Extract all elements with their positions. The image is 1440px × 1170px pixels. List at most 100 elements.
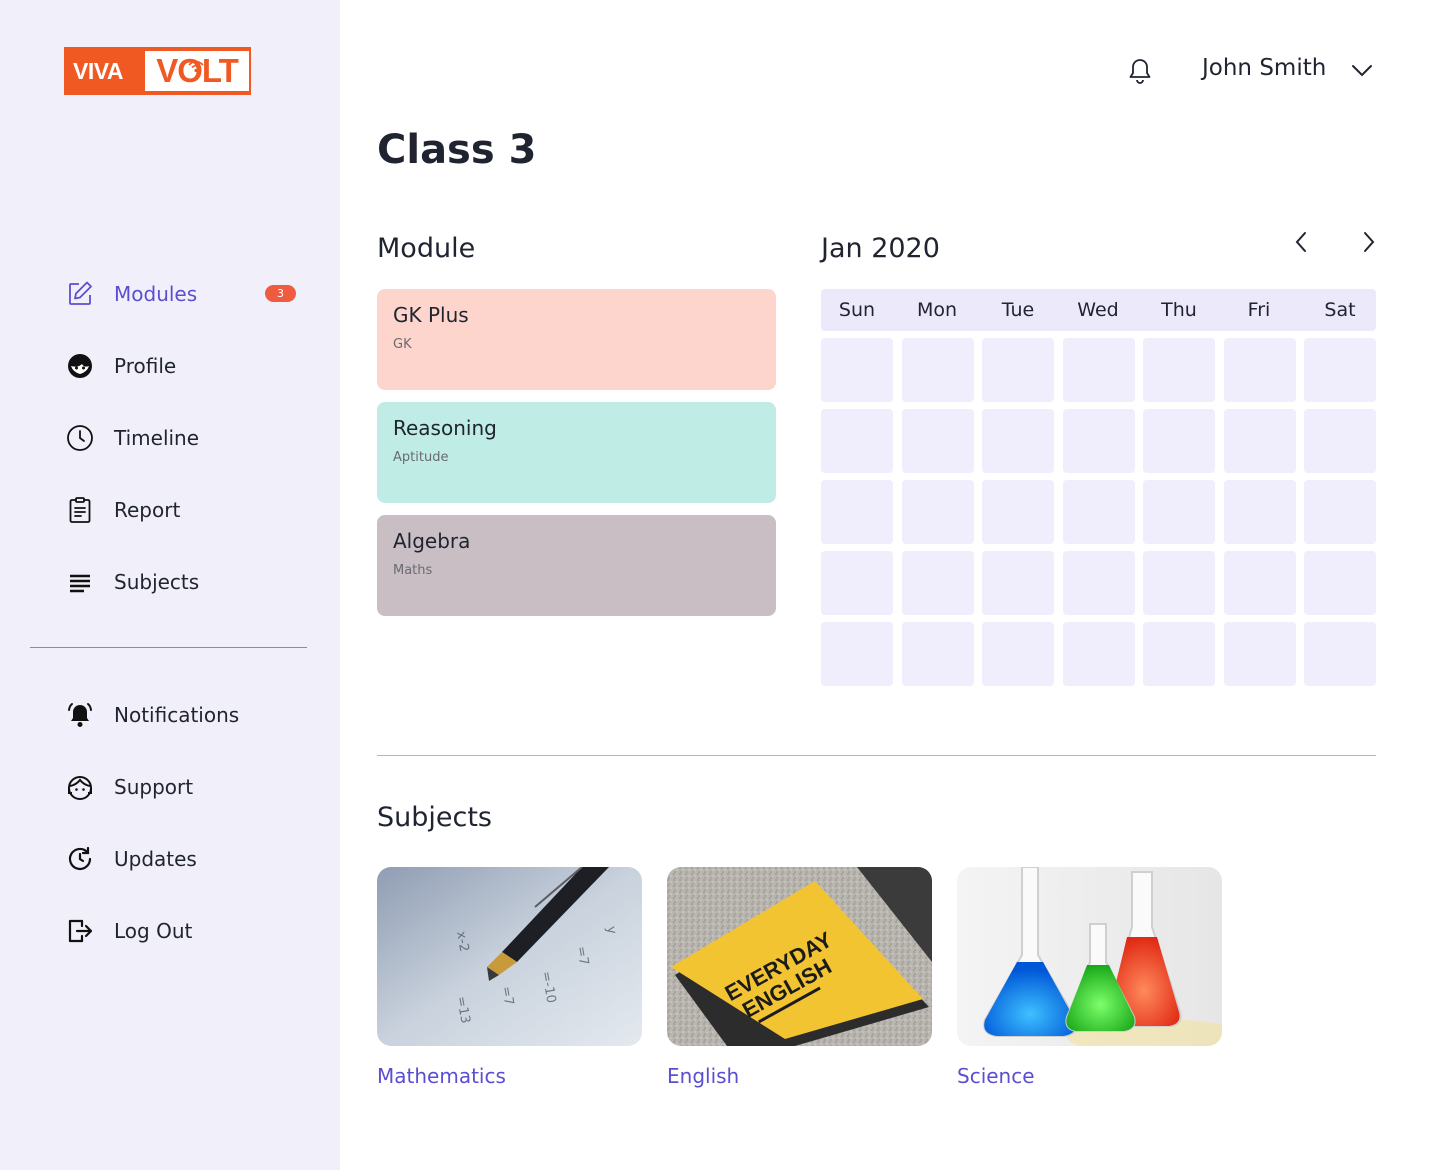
calendar-day-cell[interactable]	[1062, 338, 1135, 402]
calendar-month: Jan 2020	[821, 233, 940, 264]
sidebar: VIVA VOLT Modules 3 Profile Timeline Rep…	[0, 0, 340, 1170]
weekday-tue: Tue	[1001, 299, 1035, 321]
calendar-day-cell[interactable]	[1143, 338, 1215, 402]
logo-volt: VOLT	[145, 51, 249, 91]
subject-image-science[interactable]	[957, 867, 1222, 1046]
support-icon	[66, 773, 94, 801]
module-card-reasoning[interactable]: Reasoning Aptitude	[377, 402, 776, 503]
calendar-day-cell[interactable]	[1223, 409, 1296, 473]
chevron-left-icon[interactable]	[1290, 230, 1314, 254]
calendar-day-cell[interactable]	[982, 338, 1054, 402]
wifi-icon	[188, 60, 204, 73]
sidebar-item-label: Timeline	[114, 426, 200, 450]
calendar-day-cell[interactable]	[1143, 551, 1215, 615]
section-divider	[377, 755, 1376, 756]
clipboard-icon	[66, 496, 94, 524]
sidebar-item-updates[interactable]: Updates	[66, 844, 197, 874]
calendar-day-cell[interactable]	[1062, 551, 1135, 615]
weekday-sun: Sun	[838, 299, 876, 321]
calendar-day-cell[interactable]	[901, 409, 974, 473]
subjects-section-title: Subjects	[377, 802, 493, 833]
calendar-day-cell[interactable]	[821, 409, 893, 473]
sidebar-item-support[interactable]: Support	[66, 772, 193, 802]
user-name[interactable]: John Smith	[1202, 55, 1326, 81]
calendar-day-cell[interactable]	[901, 480, 974, 544]
calendar-day-cell[interactable]	[821, 480, 893, 544]
module-subtitle: GK	[393, 337, 412, 352]
calendar-day-cell[interactable]	[982, 480, 1054, 544]
weekday-fri: Fri	[1247, 299, 1271, 321]
sidebar-item-label: Log Out	[114, 919, 193, 943]
logout-icon	[66, 917, 94, 945]
subject-label-english[interactable]: English	[667, 1064, 739, 1088]
calendar-day-cell[interactable]	[1304, 551, 1376, 615]
sidebar-item-subjects[interactable]: Subjects	[66, 567, 199, 597]
chevron-down-icon[interactable]	[1350, 60, 1374, 80]
calendar-day-cell[interactable]	[1223, 622, 1296, 686]
bell-icon[interactable]	[1125, 56, 1155, 86]
calendar-weekday-header: Sun Mon Tue Wed Thu Fri Sat	[821, 289, 1376, 331]
calendar-day-cell[interactable]	[1304, 409, 1376, 473]
subject-label-science[interactable]: Science	[957, 1064, 1035, 1088]
calendar-day-cell[interactable]	[901, 551, 974, 615]
sidebar-item-notifications[interactable]: Notifications	[66, 700, 239, 730]
calendar-day-cell[interactable]	[1223, 480, 1296, 544]
calendar-day-cell[interactable]	[821, 551, 893, 615]
module-title: GK Plus	[393, 303, 469, 327]
calendar-day-cell[interactable]	[982, 409, 1054, 473]
calendar-day-cell[interactable]	[1223, 338, 1296, 402]
face-icon	[66, 352, 94, 380]
brand-logo[interactable]: VIVA VOLT	[64, 47, 251, 95]
chevron-right-icon[interactable]	[1356, 230, 1380, 254]
sidebar-item-label: Updates	[114, 847, 197, 871]
weekday-mon: Mon	[916, 299, 958, 321]
calendar-day-cell[interactable]	[1062, 622, 1135, 686]
calendar-day-cell[interactable]	[901, 338, 974, 402]
weekday-thu: Thu	[1161, 299, 1197, 321]
calendar-day-cell[interactable]	[1304, 338, 1376, 402]
module-subtitle: Maths	[393, 563, 433, 578]
calendar-day-cell[interactable]	[1223, 551, 1296, 615]
weekday-sat: Sat	[1324, 299, 1356, 321]
page-title: Class 3	[377, 127, 537, 173]
sidebar-item-label: Report	[114, 498, 181, 522]
bell-ringing-icon	[66, 701, 94, 729]
sidebar-item-timeline[interactable]: Timeline	[66, 423, 199, 453]
sidebar-item-logout[interactable]: Log Out	[66, 916, 192, 946]
calendar-day-cell[interactable]	[821, 338, 893, 402]
module-title: Algebra	[393, 529, 471, 553]
list-icon	[66, 568, 94, 596]
sidebar-item-label: Notifications	[114, 703, 240, 727]
calendar-day-cell[interactable]	[1062, 409, 1135, 473]
subject-image-mathematics[interactable]: =13 =7 =-10 =7 x-2 y	[377, 867, 642, 1046]
calendar-day-cell[interactable]	[1143, 409, 1215, 473]
module-section-title: Module	[377, 233, 476, 264]
subject-label-mathematics[interactable]: Mathematics	[377, 1064, 506, 1088]
calendar-day-cell[interactable]	[1304, 622, 1376, 686]
calendar-day-cell[interactable]	[1143, 480, 1215, 544]
sidebar-item-label: Modules	[114, 282, 198, 306]
calendar-day-cell[interactable]	[1062, 480, 1135, 544]
module-card-algebra[interactable]: Algebra Maths	[377, 515, 776, 616]
module-title: Reasoning	[393, 416, 497, 440]
calendar-day-cell[interactable]	[982, 551, 1054, 615]
modules-count-badge: 3	[265, 285, 296, 302]
sidebar-item-label: Profile	[114, 354, 177, 378]
sidebar-item-profile[interactable]: Profile	[66, 351, 176, 381]
module-card-gk-plus[interactable]: GK Plus GK	[377, 289, 776, 390]
sidebar-item-label: Subjects	[114, 570, 200, 594]
clock-icon	[66, 424, 94, 452]
calendar-day-cell[interactable]	[1304, 480, 1376, 544]
subject-image-english[interactable]: EVERYDAY ENGLISH	[667, 867, 932, 1046]
sidebar-divider	[30, 647, 307, 648]
calendar-day-cell[interactable]	[821, 622, 893, 686]
calendar-day-cell[interactable]	[982, 622, 1054, 686]
edit-icon	[66, 280, 94, 308]
calendar-day-cell[interactable]	[1143, 622, 1215, 686]
sidebar-item-modules[interactable]: Modules 3	[66, 279, 296, 309]
sidebar-item-label: Support	[114, 775, 194, 799]
refresh-clock-icon	[66, 845, 94, 873]
sidebar-item-report[interactable]: Report	[66, 495, 180, 525]
calendar-day-cell[interactable]	[901, 622, 974, 686]
weekday-wed: Wed	[1077, 299, 1119, 321]
